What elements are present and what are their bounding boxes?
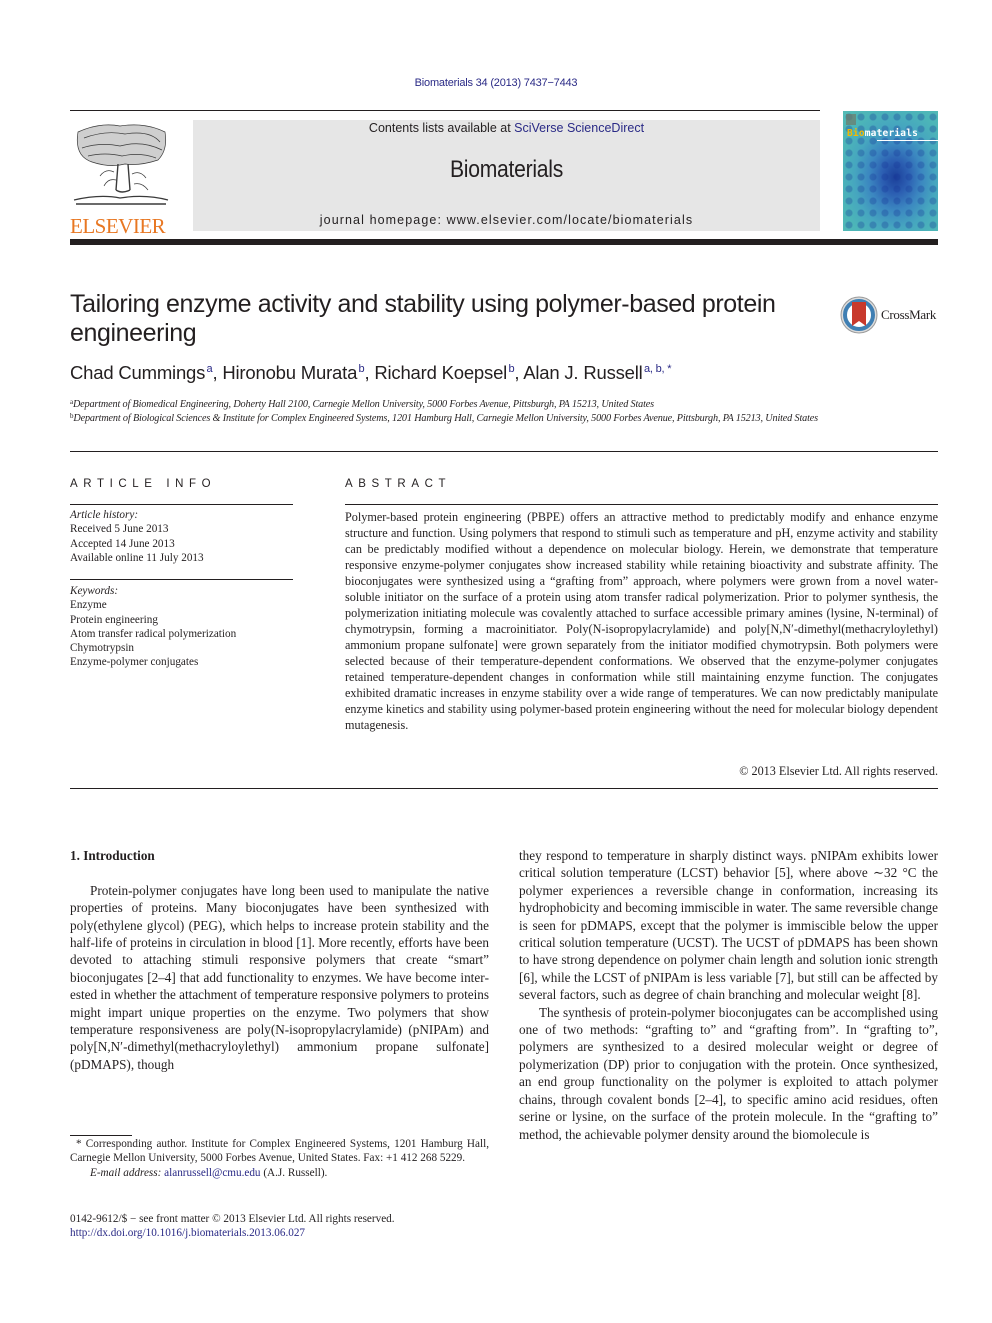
info-rule <box>70 504 293 505</box>
journal-homepage[interactable]: journal homepage: www.elsevier.com/locat… <box>193 213 820 227</box>
journal-cover-image[interactable]: Biomaterials <box>843 111 938 231</box>
section-heading-introduction: 1. Introduction <box>70 848 155 863</box>
author-affil-link[interactable]: a, b, * <box>644 363 672 375</box>
history-online: Available online 11 July 2013 <box>70 551 204 564</box>
keyword: Enzyme <box>70 599 107 612</box>
doi-link[interactable]: http://dx.doi.org/10.1016/j.biomaterials… <box>70 1227 305 1239</box>
contents-prefix: Contents lists available at <box>368 121 515 135</box>
elsevier-wordmark: ELSEVIER <box>70 214 166 238</box>
body-paragraph: Protein-polymer conjugates have long bee… <box>70 882 489 1072</box>
abstract-text: Polymer-based protein engineering (PBPE)… <box>345 510 938 732</box>
keyword: Chymotrypsin <box>70 642 135 655</box>
cover-publisher-icon <box>846 114 856 125</box>
email-line: E-mail address: alanrussell@cmu.edu (A.J… <box>70 1166 489 1180</box>
elsevier-tree-icon <box>73 124 169 205</box>
author-name[interactable]: Richard Koepsel <box>374 362 507 383</box>
corresponding-author-text: * Corresponding author. Institute for Co… <box>70 1138 489 1165</box>
journal-header-box: Contents lists available at SciVerse Sci… <box>193 120 820 231</box>
cover-title-rule <box>877 140 938 141</box>
affiliation-text: Department of Biological Sciences & Inst… <box>73 413 818 424</box>
abstract-copyright: © 2013 Elsevier Ltd. All rights reserved… <box>739 764 938 778</box>
keywords: Keywords: Enzyme Protein engineering Ato… <box>70 584 293 670</box>
keyword: Protein engineering <box>70 613 158 626</box>
corresponding-author-footnote: * Corresponding author. Institute for Co… <box>70 1137 489 1180</box>
author-separator: , <box>212 362 223 383</box>
header-rule <box>70 110 820 111</box>
keyword: Atom transfer radical polymerization <box>70 627 237 640</box>
history-label: Article history: <box>70 509 139 521</box>
body-paragraph: they respond to temperature in sharply d… <box>519 848 938 1003</box>
header-thick-rule <box>70 239 938 245</box>
affiliation-b: bDepartment of Biological Sciences & Ins… <box>70 409 850 426</box>
author-list: Chad Cummings a, Hironobu Murata b, Rich… <box>70 362 890 384</box>
author[interactable]: Alan J. Russell a, b, * <box>523 362 671 383</box>
sciencedirect-link[interactable]: SciVerse ScienceDirect <box>514 121 644 135</box>
elsevier-logo[interactable]: ELSEVIER <box>70 120 170 237</box>
article-title: Tailoring enzyme activity and stability … <box>70 290 776 347</box>
journal-citation[interactable]: Biomaterials 34 (2013) 7437−7443 <box>0 77 992 89</box>
email-suffix: (A.J. Russell). <box>260 1166 328 1179</box>
crossmark-button[interactable]: CrossMark <box>840 296 940 334</box>
author-name[interactable]: Alan J. Russell <box>523 362 643 383</box>
cover-title: Biomaterials <box>847 128 918 139</box>
abstract-rule <box>345 504 938 505</box>
body-paragraph: The synthesis of protein-polymer bioconj… <box>519 1004 938 1142</box>
cover-title-rest: materials <box>864 128 919 139</box>
front-matter: 0142-9612/$ − see front matter © 2013 El… <box>70 1212 489 1241</box>
keyword: Enzyme-polymer conjugates <box>70 656 199 669</box>
author-separator: , <box>364 362 375 383</box>
article-info-heading: ARTICLE INFO <box>70 478 217 490</box>
article-history: Article history: Received 5 June 2013 Ac… <box>70 508 293 565</box>
contents-line: Contents lists available at SciVerse Sci… <box>193 121 820 135</box>
body-column-right: they respond to temperature in sharply d… <box>519 847 938 1143</box>
history-accepted: Accepted 14 June 2013 <box>70 537 175 550</box>
email-label: E-mail address: <box>90 1166 165 1179</box>
section-rule <box>70 451 938 452</box>
author-name[interactable]: Hironobu Murata <box>222 362 357 383</box>
author[interactable]: Richard Koepsel b, <box>374 362 523 383</box>
issn-line: 0142-9612/$ − see front matter © 2013 El… <box>70 1213 395 1225</box>
author[interactable]: Hironobu Murata b, <box>222 362 374 383</box>
crossmark-icon <box>840 296 878 334</box>
author-name[interactable]: Chad Cummings <box>70 362 205 383</box>
history-received: Received 5 June 2013 <box>70 523 169 536</box>
author[interactable]: Chad Cummings a, <box>70 362 222 383</box>
keywords-label: Keywords: <box>70 585 119 597</box>
journal-name: Biomaterials <box>449 156 564 183</box>
footnote-rule <box>70 1135 132 1136</box>
email-link[interactable]: alanrussell@cmu.edu <box>164 1167 260 1179</box>
crossmark-label: CrossMark <box>881 307 937 322</box>
abstract-heading: ABSTRACT <box>345 478 452 490</box>
abstract-bottom-rule <box>70 788 938 789</box>
cover-title-highlight: Bio <box>847 128 865 139</box>
body-column-left: 1. Introduction Protein-polymer conjugat… <box>70 847 489 1073</box>
author-separator: , <box>514 362 524 383</box>
info-rule <box>70 579 293 580</box>
